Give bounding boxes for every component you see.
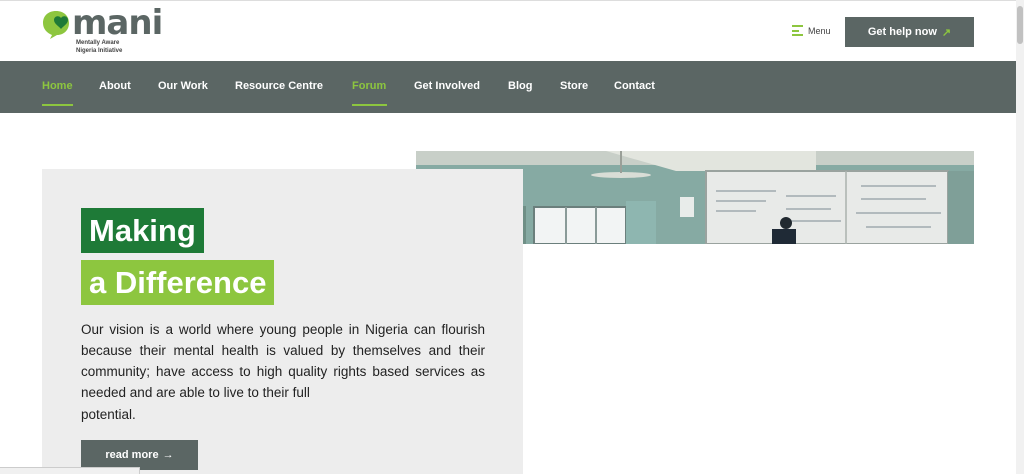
nav-item-about[interactable]: About [99,80,131,92]
arrow-right-icon: → [162,449,174,461]
nav-active-underline [352,104,387,106]
nav-item-store[interactable]: Store [560,80,588,92]
nav-item-home[interactable]: Home [42,80,73,92]
menu-button[interactable]: Menu [792,25,831,36]
hero-card: Making a Difference Our vision is a worl… [42,169,523,474]
status-url-bar [0,467,140,474]
vertical-scrollbar[interactable] [1016,0,1024,474]
hero-title-line-2: a Difference [81,260,275,305]
read-more-button[interactable]: read more → [81,440,198,470]
nav-item-our-work[interactable]: Our Work [158,80,208,92]
nav-item-contact[interactable]: Contact [614,80,655,92]
hamburger-icon [792,25,803,36]
nav-active-underline [42,104,73,106]
site-logo[interactable]: mani Mentally Aware Nigeria Initiative [42,3,163,57]
main-navigation: Home About Our Work Resource Centre Foru… [0,61,1016,113]
site-header: mani Mentally Aware Nigeria Initiative M… [0,0,1016,61]
menu-label: Menu [808,25,831,36]
page: mani Mentally Aware Nigeria Initiative M… [0,0,1024,474]
arrow-up-right-icon: ↗ [941,26,952,39]
nav-item-get-involved[interactable]: Get Involved [414,80,480,92]
read-more-label: read more [105,449,159,461]
scrollbar-thumb[interactable] [1017,6,1023,44]
logo-tagline: Mentally Aware Nigeria Initiative [76,40,123,54]
get-help-now-button[interactable]: Get help now ↗ [845,17,974,47]
logo-wordmark: mani [72,3,163,43]
vision-statement: Our vision is a world where young people… [81,322,485,400]
vision-statement-end: potential. [81,407,136,422]
nav-item-resource-centre[interactable]: Resource Centre [235,80,323,92]
nav-item-forum[interactable]: Forum [352,80,386,92]
hero-title-line-1: Making [81,208,204,253]
get-help-now-label: Get help now [867,26,937,38]
speech-bubble-heart-icon [43,11,69,39]
nav-item-blog[interactable]: Blog [508,80,532,92]
